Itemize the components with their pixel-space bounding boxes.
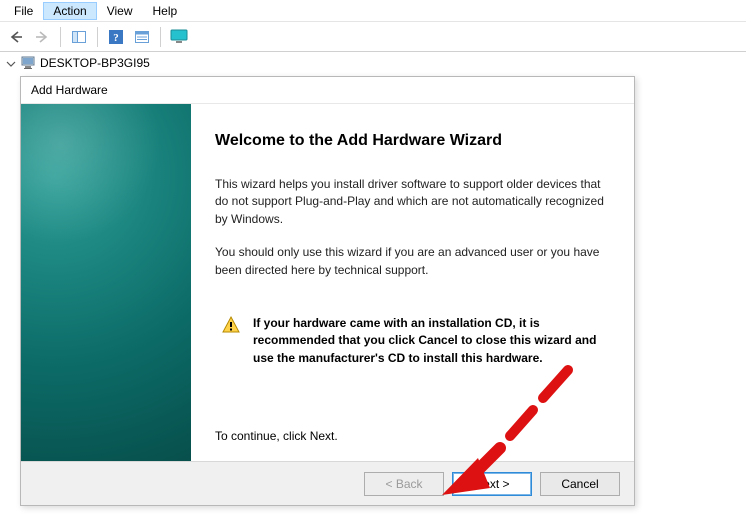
- menu-help[interactable]: Help: [143, 2, 188, 20]
- wizard-paragraph-1: This wizard helps you install driver sof…: [215, 176, 610, 228]
- menu-file[interactable]: File: [4, 2, 43, 20]
- next-button[interactable]: Next >: [452, 472, 532, 496]
- help-icon[interactable]: ?: [104, 25, 128, 49]
- tree-root-row[interactable]: DESKTOP-BP3GI95: [0, 52, 746, 74]
- computer-icon: [20, 55, 36, 71]
- dialog-body: Welcome to the Add Hardware Wizard This …: [21, 103, 634, 461]
- wizard-warning-text: If your hardware came with an installati…: [253, 315, 604, 367]
- toolbar: ?: [0, 22, 746, 52]
- wizard-paragraph-2: You should only use this wizard if you a…: [215, 244, 610, 279]
- dialog-title: Add Hardware: [21, 77, 634, 103]
- wizard-continue-text: To continue, click Next.: [215, 429, 610, 451]
- toolbar-separator: [97, 27, 98, 47]
- menu-bar: File Action View Help: [0, 0, 746, 22]
- chevron-down-icon[interactable]: [6, 58, 16, 68]
- toolbar-separator: [160, 27, 161, 47]
- toolbar-separator: [60, 27, 61, 47]
- tree-root-label: DESKTOP-BP3GI95: [40, 56, 150, 70]
- back-arrow-icon[interactable]: [4, 25, 28, 49]
- forward-arrow-icon[interactable]: [30, 25, 54, 49]
- wizard-side-image: [21, 104, 191, 461]
- properties-icon[interactable]: [130, 25, 154, 49]
- add-hardware-dialog: Add Hardware Welcome to the Add Hardware…: [20, 76, 635, 506]
- show-hide-tree-icon[interactable]: [67, 25, 91, 49]
- menu-view[interactable]: View: [97, 2, 143, 20]
- svg-text:?: ?: [113, 32, 119, 44]
- dialog-footer: < Back Next > Cancel: [21, 461, 634, 505]
- wizard-content: Welcome to the Add Hardware Wizard This …: [191, 104, 634, 461]
- back-button: < Back: [364, 472, 444, 496]
- wizard-heading: Welcome to the Add Hardware Wizard: [215, 132, 610, 150]
- monitor-icon[interactable]: [167, 25, 191, 49]
- cancel-button[interactable]: Cancel: [540, 472, 620, 496]
- wizard-warning-row: If your hardware came with an installati…: [221, 315, 604, 367]
- warning-icon: [221, 315, 241, 367]
- menu-action[interactable]: Action: [43, 2, 96, 20]
